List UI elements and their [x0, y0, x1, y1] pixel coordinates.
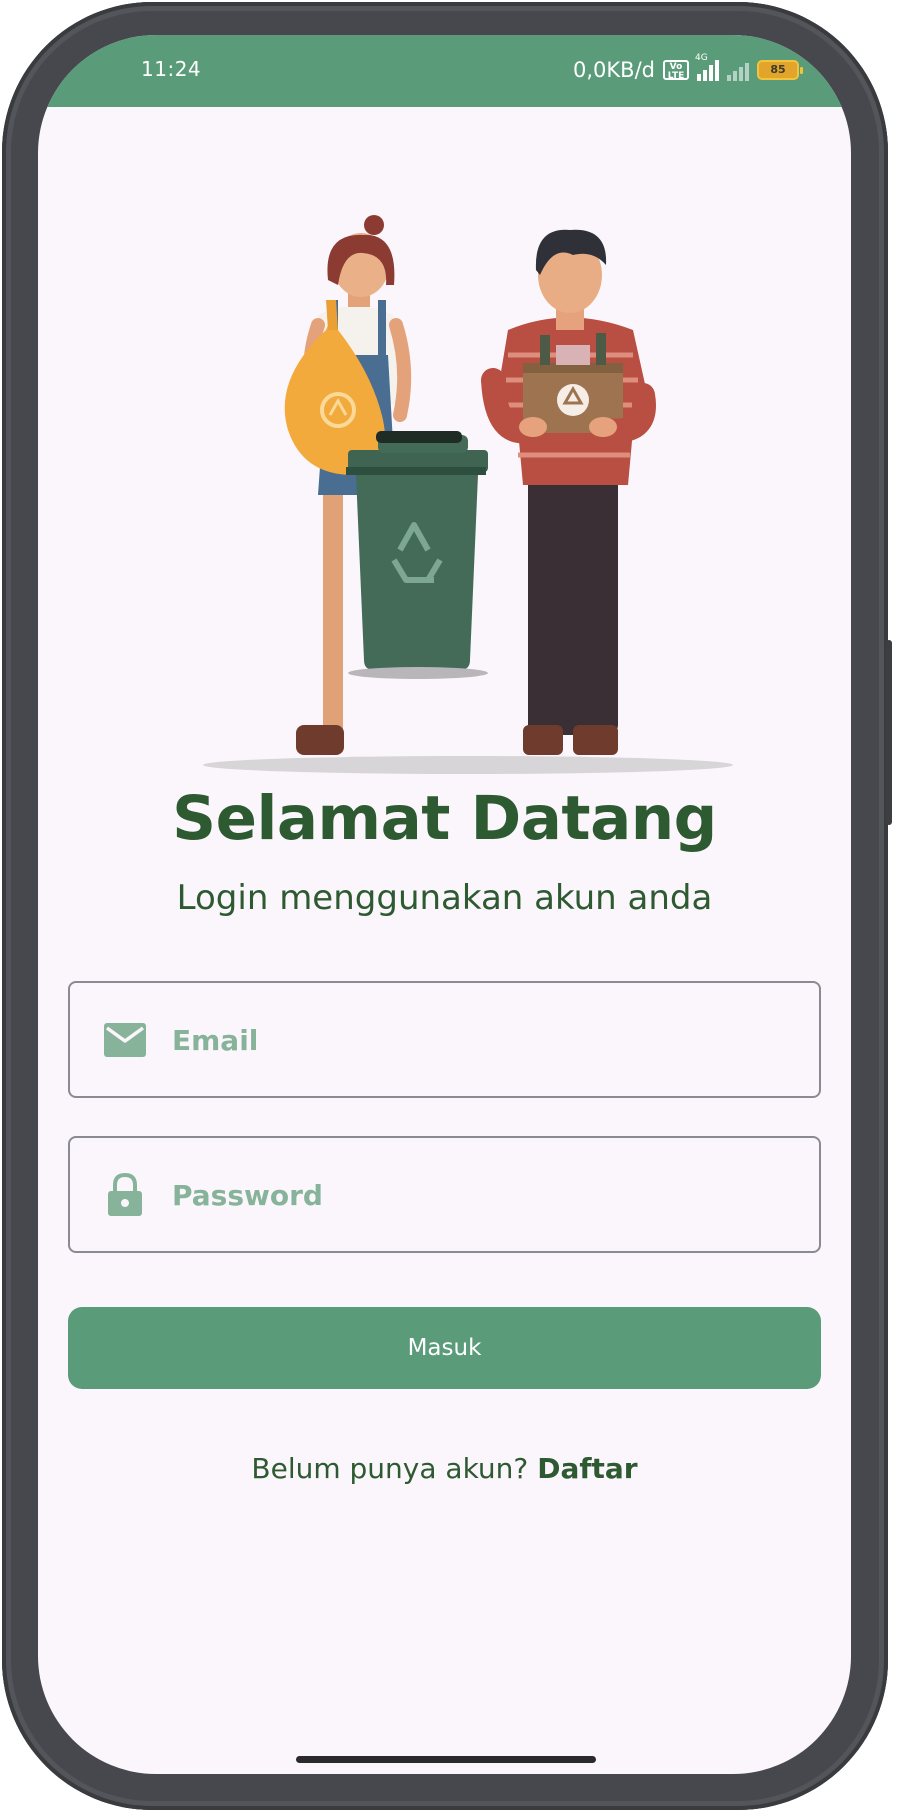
recycling-illustration [203, 215, 733, 774]
network-type: 4G [695, 53, 708, 63]
home-indicator[interactable] [296, 1756, 596, 1763]
status-time: 11:24 [141, 57, 202, 81]
email-input[interactable] [170, 983, 794, 1098]
mail-icon [104, 1023, 146, 1057]
volume-button [886, 640, 892, 825]
signal-secondary-icon [727, 59, 749, 81]
status-bar: 11:24 0,0KB/d Vo LTE 4G 85 [38, 35, 851, 107]
password-input[interactable] [170, 1138, 794, 1253]
register-prompt-text: Belum punya akun? [251, 1452, 529, 1485]
welcome-title: Selamat Datang [172, 783, 717, 854]
network-speed: 0,0KB/d [573, 58, 655, 82]
register-link[interactable]: Daftar [537, 1452, 637, 1485]
email-field[interactable] [68, 981, 821, 1098]
login-subtitle: Login menggunakan akun anda [176, 878, 713, 918]
app-screen: 11:24 0,0KB/d Vo LTE 4G 85 Selamat Datan… [38, 35, 851, 1774]
battery-icon: 85 [757, 60, 803, 80]
volte-icon: Vo LTE [663, 60, 689, 81]
register-prompt: Belum punya akun? Daftar [38, 1452, 851, 1485]
login-button[interactable]: Masuk [68, 1307, 821, 1389]
status-indicators: 0,0KB/d Vo LTE 4G 85 [573, 53, 803, 85]
password-field[interactable] [68, 1136, 821, 1253]
lock-icon [108, 1172, 142, 1216]
signal-icon: 4G [695, 53, 719, 81]
